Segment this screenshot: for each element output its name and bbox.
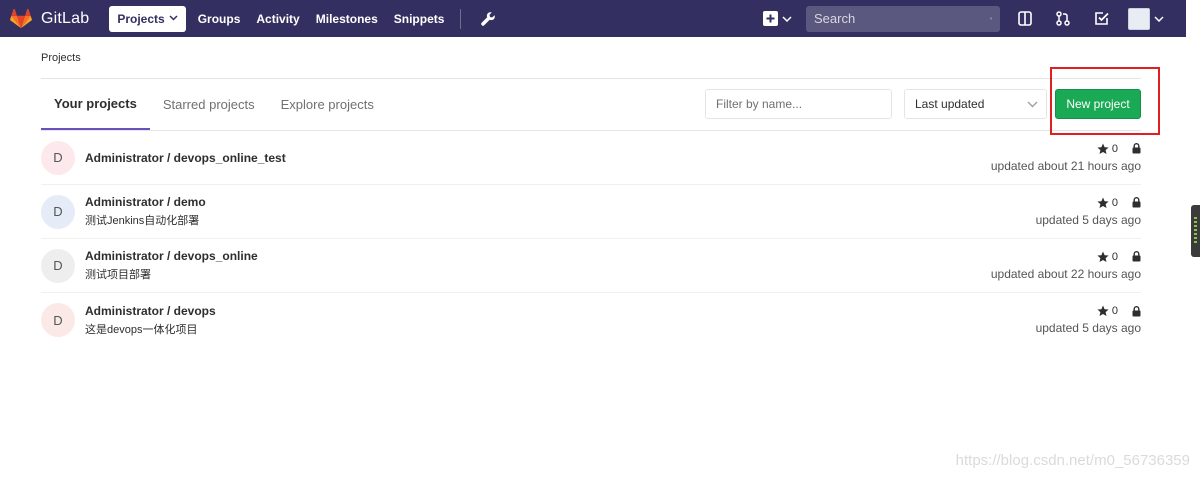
updated-timestamp: updated about 21 hours ago [990, 158, 1141, 173]
breadcrumb: Projects [41, 37, 1141, 79]
tab-your-projects[interactable]: Your projects [41, 79, 150, 130]
lock-icon [1132, 143, 1141, 154]
search-icon [990, 17, 992, 20]
star-count-value: 0 [1111, 250, 1118, 263]
star-count[interactable]: 0 [1097, 197, 1118, 209]
project-meta-top: 0 [1097, 251, 1141, 263]
navbar-right [763, 0, 1164, 37]
project-name-link[interactable]: Administrator / demo [85, 195, 206, 209]
chevron-down-icon [169, 13, 178, 24]
issues-board-button[interactable] [1006, 11, 1044, 26]
merge-request-icon [1056, 11, 1070, 26]
todo-check-icon [1094, 12, 1109, 25]
star-count-value: 0 [1111, 196, 1118, 209]
nav-activity[interactable]: Activity [248, 6, 307, 32]
project-avatar[interactable]: D [41, 194, 75, 229]
project-info: Administrator / devops 这是devops一体化项目 [85, 304, 216, 337]
new-project-button[interactable]: New project [1055, 89, 1141, 119]
updated-timestamp: updated 5 days ago [1035, 212, 1141, 227]
lock-icon [1132, 197, 1141, 208]
issues-board-icon [1018, 11, 1032, 26]
user-avatar [1128, 7, 1150, 30]
tab-explore-projects[interactable]: Explore projects [268, 79, 387, 130]
star-count-value: 0 [1111, 142, 1118, 155]
chevron-down-icon [782, 15, 792, 22]
admin-area-button[interactable] [471, 11, 505, 27]
global-search-input[interactable] [814, 11, 990, 26]
brand-name: GitLab [41, 9, 90, 27]
gitlab-logo-icon [10, 8, 32, 28]
project-description: 测试项目部署 [85, 269, 151, 281]
project-name-link[interactable]: Administrator / devops [85, 304, 216, 318]
plus-square-icon [763, 11, 778, 26]
star-count[interactable]: 0 [1097, 305, 1118, 317]
project-row: D Administrator / devops_online 测试项目部署 0… [41, 239, 1141, 293]
project-name-link[interactable]: Administrator / devops_online_test [85, 151, 286, 165]
nav-projects-dropdown[interactable]: Projects [109, 5, 186, 32]
project-info: Administrator / demo 测试Jenkins自动化部署 [85, 195, 206, 228]
project-meta: 0 updated 5 days ago [1036, 185, 1141, 238]
project-meta-top: 0 [1097, 305, 1141, 317]
project-info: Administrator / devops_online 测试项目部署 [85, 249, 258, 282]
star-icon [1097, 305, 1109, 316]
project-list: D Administrator / devops_online_test 0 u… [41, 131, 1141, 347]
projects-top-area: Your projects Starred projects Explore p… [41, 79, 1141, 131]
project-controls: Last updated New project [705, 89, 1141, 119]
updated-timestamp: updated about 22 hours ago [990, 266, 1141, 281]
chevron-down-icon [1027, 101, 1038, 107]
project-description: 这是devops一体化项目 [85, 323, 198, 336]
top-navbar: GitLab Projects Groups Activity Mileston… [0, 0, 1186, 37]
nav-milestones[interactable]: Milestones [308, 6, 386, 32]
project-info: Administrator / devops_online_test [85, 151, 286, 165]
nav-groups[interactable]: Groups [190, 6, 249, 32]
project-tabs: Your projects Starred projects Explore p… [41, 79, 387, 130]
star-icon [1097, 143, 1109, 154]
project-meta: 0 updated about 21 hours ago [991, 131, 1141, 184]
new-dropdown-button[interactable] [763, 11, 792, 26]
star-count[interactable]: 0 [1097, 143, 1118, 155]
wrench-icon [481, 11, 496, 26]
nav-projects-label: Projects [117, 11, 165, 26]
star-icon [1097, 251, 1109, 262]
star-count-value: 0 [1111, 305, 1118, 317]
watermark: https://blog.csdn.net/m0_56736359 [955, 452, 1190, 469]
chevron-down-icon [1154, 15, 1164, 22]
project-meta: 0 updated about 22 hours ago [991, 239, 1141, 292]
lock-icon [1132, 305, 1141, 316]
star-count[interactable]: 0 [1097, 251, 1118, 263]
project-avatar[interactable]: D [41, 303, 75, 337]
updated-timestamp: updated 5 days ago [1035, 321, 1141, 335]
global-search-box[interactable] [806, 5, 1000, 32]
lock-icon [1132, 251, 1141, 262]
merge-requests-button[interactable] [1044, 11, 1082, 26]
project-meta-top: 0 [1097, 197, 1141, 209]
main-nav: Projects Groups Activity Milestones Snip… [109, 0, 505, 37]
todos-button[interactable] [1082, 11, 1120, 26]
filter-by-name-input[interactable] [705, 89, 892, 119]
user-menu-dropdown[interactable] [1128, 7, 1164, 30]
project-row: D Administrator / demo 测试Jenkins自动化部署 0 … [41, 185, 1141, 239]
project-row: D Administrator / devops_online_test 0 u… [41, 131, 1141, 185]
main-content: Projects Your projects Starred projects … [41, 37, 1141, 347]
project-meta-top: 0 [1097, 143, 1141, 155]
tab-starred-projects[interactable]: Starred projects [150, 79, 268, 130]
star-icon [1097, 197, 1109, 208]
project-row: D Administrator / devops 这是devops一体化项目 0… [41, 293, 1141, 347]
project-name-link[interactable]: Administrator / devops_online [85, 249, 258, 263]
project-avatar[interactable]: D [41, 248, 75, 283]
project-meta: 0 updated 5 days ago [1036, 293, 1141, 347]
nav-snippets[interactable]: Snippets [386, 6, 453, 32]
sort-selected-value: Last updated [915, 97, 985, 111]
project-description: 测试Jenkins自动化部署 [85, 215, 200, 227]
side-scroll-handle[interactable] [1191, 205, 1200, 257]
sort-dropdown[interactable]: Last updated [904, 89, 1047, 119]
project-avatar[interactable]: D [41, 140, 75, 175]
gitlab-home-link[interactable]: GitLab [10, 8, 90, 29]
nav-divider [460, 8, 462, 29]
